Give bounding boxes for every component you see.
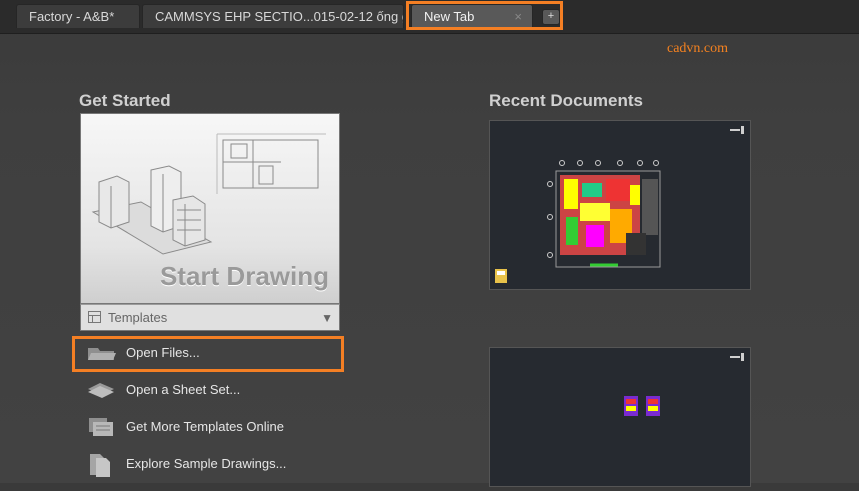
templates-icon (88, 311, 101, 323)
get-more-templates-online-label: Get More Templates Online (126, 419, 284, 434)
recent-document-thumbnail[interactable] (489, 347, 751, 487)
start-drawing-label: Start Drawing (159, 261, 329, 291)
sample-drawings-icon (90, 454, 110, 477)
tab-label: CAMMSYS EHP SECTIO...015-02-12 ống gió (155, 9, 404, 24)
pin-icon[interactable] (730, 353, 744, 361)
start-drawing-button[interactable]: Start Drawing (80, 113, 340, 304)
annotation-highlight-tab (406, 1, 563, 30)
recent-documents-heading: Recent Documents (489, 91, 643, 110)
templates-online-icon (89, 418, 113, 436)
recent-document-thumbnail[interactable] (489, 120, 751, 290)
get-started-heading: Get Started (79, 91, 171, 110)
tab-cammsys[interactable]: CAMMSYS EHP SECTIO...015-02-12 ống gió (142, 4, 404, 28)
watermark: cadvn.com (667, 41, 729, 56)
templates-dropdown[interactable]: Templates ▼ (80, 304, 340, 331)
open-sheet-set-label: Open a Sheet Set... (126, 382, 241, 397)
explore-sample-drawings-label: Explore Sample Drawings... (126, 456, 287, 471)
tab-factory[interactable]: Factory - A&B* (16, 4, 140, 28)
templates-label: Templates (108, 310, 168, 325)
sheet-set-icon (88, 383, 114, 398)
annotation-highlight-open-files (72, 336, 344, 372)
drawing-preview-image (495, 160, 661, 283)
pin-icon[interactable] (730, 126, 744, 134)
tab-label: Factory - A&B* (29, 9, 115, 24)
dropdown-arrow-icon[interactable]: ▼ (321, 305, 333, 331)
drawing-preview-image (624, 396, 660, 416)
